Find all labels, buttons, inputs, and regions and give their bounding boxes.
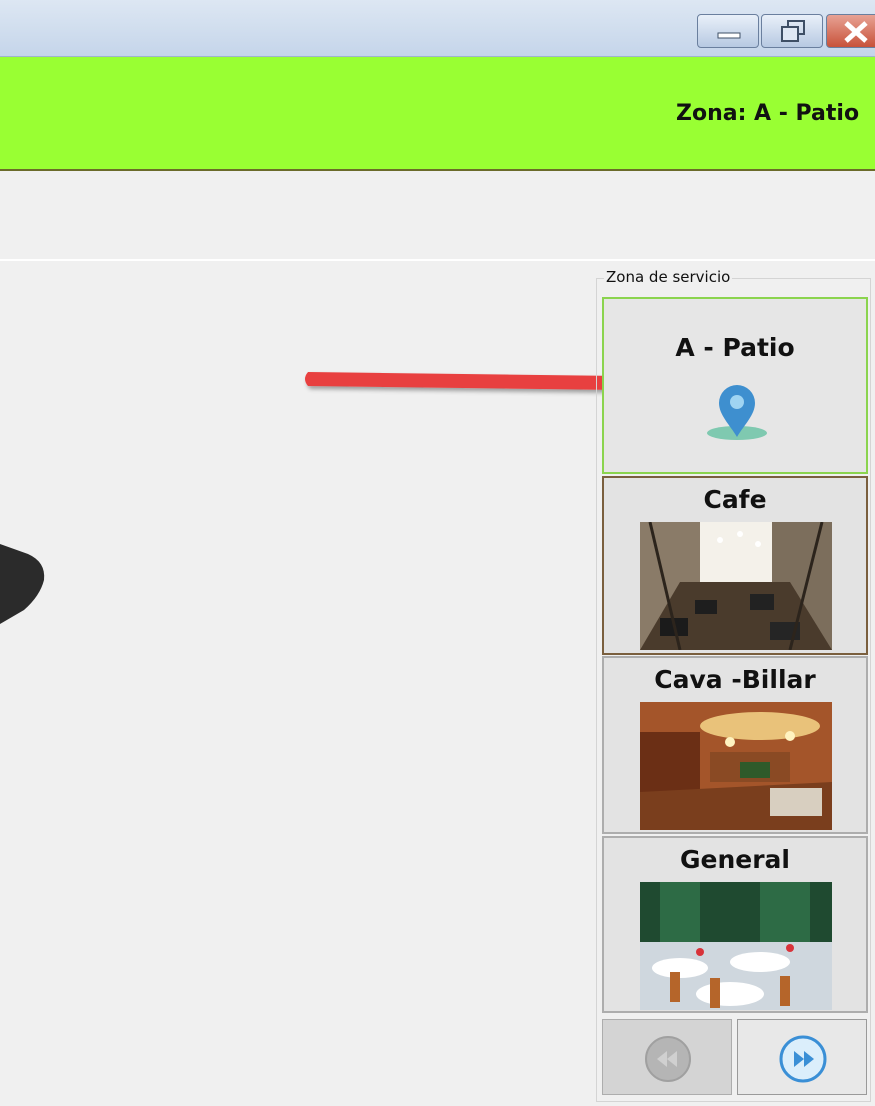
zone-label: A - Patio xyxy=(675,333,795,362)
minimize-icon xyxy=(717,32,741,39)
restore-icon xyxy=(781,20,805,42)
billiard-room-photo xyxy=(640,702,832,830)
zone-button-general[interactable]: General xyxy=(602,836,868,1013)
zone-title: Zona: A - Patio xyxy=(676,101,860,126)
zone-header: Zona: A - Patio xyxy=(0,57,875,171)
side-panel-tab[interactable] xyxy=(0,540,48,624)
close-icon xyxy=(844,21,868,43)
location-pin-icon xyxy=(707,385,767,440)
rewind-icon xyxy=(645,1036,691,1082)
zone-label: Cava -Billar xyxy=(654,665,816,694)
zone-label: General xyxy=(680,845,790,874)
next-page-button[interactable] xyxy=(737,1019,867,1095)
minimize-button[interactable] xyxy=(697,14,759,48)
toolbar-area xyxy=(0,171,875,261)
zone-button-cafe[interactable]: Cafe xyxy=(602,476,868,655)
previous-page-button[interactable] xyxy=(602,1019,732,1095)
restore-button[interactable] xyxy=(761,14,823,48)
zone-button-a-patio[interactable]: A - Patio xyxy=(602,297,868,474)
window-titlebar xyxy=(0,0,875,57)
fast-forward-icon xyxy=(779,1035,827,1083)
cafe-photo xyxy=(640,522,832,650)
close-button[interactable] xyxy=(826,14,875,48)
zone-button-cava-billar[interactable]: Cava -Billar xyxy=(602,656,868,834)
service-zone-legend: Zona de servicio xyxy=(604,268,733,286)
zone-label: Cafe xyxy=(703,485,767,514)
dining-hall-photo xyxy=(640,882,832,1010)
